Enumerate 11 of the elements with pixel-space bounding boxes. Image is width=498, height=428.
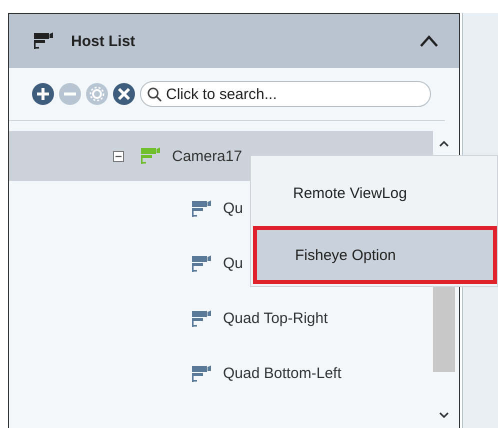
collapse-icon[interactable] xyxy=(113,150,124,162)
collapse-icon[interactable] xyxy=(419,35,439,47)
scroll-up-icon[interactable] xyxy=(439,141,449,147)
menu-item[interactable]: Fisheye Option xyxy=(253,226,497,284)
camera-icon xyxy=(31,31,55,51)
scroll-down-icon[interactable] xyxy=(439,412,449,418)
tree-item[interactable]: Quad Top-Right xyxy=(9,291,433,346)
tree-item[interactable]: Quad Bottom-Left xyxy=(9,346,433,401)
panel-title: Host List xyxy=(71,32,136,50)
search-field[interactable]: Click to search... xyxy=(140,81,431,107)
add-icon[interactable] xyxy=(32,83,54,105)
